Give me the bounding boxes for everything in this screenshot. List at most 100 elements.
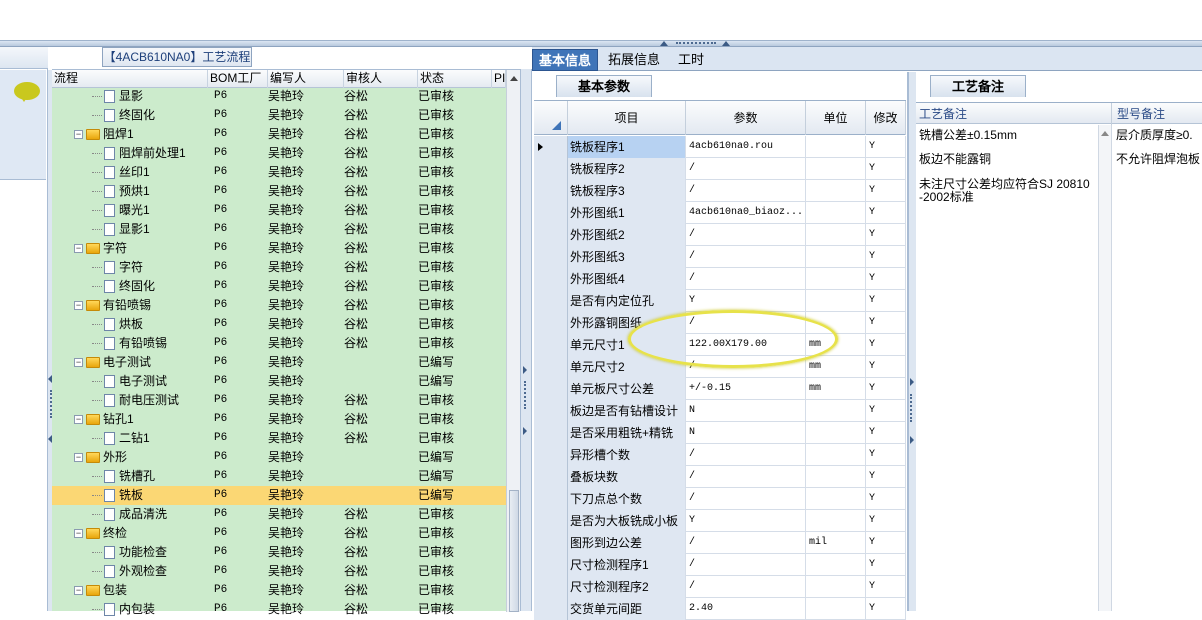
param-modify-cell[interactable]: Y: [866, 466, 906, 488]
tree-row[interactable]: 内包装 P6 吴艳玲 谷松 已审核: [52, 600, 506, 619]
param-modify-cell[interactable]: Y: [866, 158, 906, 180]
params-row[interactable]: 下刀点总个数 / Y: [534, 488, 906, 510]
row-indicator[interactable]: [534, 158, 568, 180]
tree-row[interactable]: − 包装 P6 吴艳玲 谷松 已审核: [52, 581, 506, 600]
param-unit-cell[interactable]: [806, 598, 866, 620]
params-row[interactable]: 铣板程序2/ Y: [534, 158, 906, 180]
param-unit-cell[interactable]: [806, 136, 866, 158]
param-value-cell[interactable]: 4acb610na0.rou: [686, 136, 806, 158]
tree-cell-flow[interactable]: 烘板: [52, 315, 208, 334]
params-row[interactable]: 异形槽个数 / Y: [534, 444, 906, 466]
params-row[interactable]: 交货单元间距 2.40 Y: [534, 598, 906, 620]
chat-bubble-icon[interactable]: [14, 82, 40, 102]
param-modify-cell[interactable]: Y: [866, 224, 906, 246]
tree-row[interactable]: − 有铅喷锡 P6 吴艳玲 谷松 已审核: [52, 296, 506, 315]
tree-scrollbar[interactable]: [506, 70, 520, 612]
col-header-param[interactable]: 参数: [686, 101, 806, 135]
params-row[interactable]: 板边是否有钻槽设计 N Y: [534, 400, 906, 422]
tree-row[interactable]: 二钻1 P6 吴艳玲 谷松 已审核: [52, 429, 506, 448]
tree-row[interactable]: − 终检 P6 吴艳玲 谷松 已审核: [52, 524, 506, 543]
param-modify-cell[interactable]: Y: [866, 246, 906, 268]
col-header-pi[interactable]: PI: [492, 70, 506, 88]
tree-cell-flow[interactable]: 二钻1: [52, 429, 208, 448]
row-indicator[interactable]: [534, 378, 568, 400]
params-row[interactable]: 是否采用粗铣+精铣 N Y: [534, 422, 906, 444]
param-value-cell[interactable]: Y: [686, 510, 806, 532]
collapse-icon[interactable]: −: [74, 586, 83, 596]
param-unit-cell[interactable]: [806, 554, 866, 576]
col-header-bom[interactable]: BOM工厂: [208, 70, 268, 88]
param-modify-cell[interactable]: Y: [866, 180, 906, 202]
tree-cell-flow[interactable]: 成品清洗: [52, 505, 208, 524]
row-indicator[interactable]: [534, 246, 568, 268]
tree-cell-flow[interactable]: 功能检查: [52, 543, 208, 562]
splitter-grip[interactable]: [910, 394, 912, 422]
row-indicator[interactable]: [534, 180, 568, 202]
tab-work-hours[interactable]: 工时: [672, 49, 710, 71]
param-modify-cell[interactable]: Y: [866, 202, 906, 224]
param-value-cell[interactable]: /: [686, 246, 806, 268]
tree-cell-flow[interactable]: − 钻孔1: [52, 410, 208, 429]
param-modify-cell[interactable]: Y: [866, 510, 906, 532]
tree-row[interactable]: 终固化 P6 吴艳玲 谷松 已审核: [52, 277, 506, 296]
row-indicator[interactable]: [534, 334, 568, 356]
tree-cell-flow[interactable]: − 外形: [52, 448, 208, 467]
tree-cell-flow[interactable]: 终固化: [52, 277, 208, 296]
tree-cell-flow[interactable]: − 阻焊1: [52, 125, 208, 144]
param-modify-cell[interactable]: Y: [866, 356, 906, 378]
col-header-flow[interactable]: 流程: [52, 70, 208, 88]
param-value-cell[interactable]: /: [686, 268, 806, 290]
param-unit-cell[interactable]: mil: [806, 532, 866, 554]
tree-row[interactable]: 有铅喷锡 P6 吴艳玲 谷松 已审核: [52, 334, 506, 353]
tree-row[interactable]: 外观检查 P6 吴艳玲 谷松 已审核: [52, 562, 506, 581]
col-header-process-note[interactable]: 工艺备注: [916, 103, 1112, 125]
param-modify-cell[interactable]: Y: [866, 422, 906, 444]
tree-cell-flow[interactable]: 终固化: [52, 106, 208, 125]
tree-row[interactable]: 功能检查 P6 吴艳玲 谷松 已审核: [52, 543, 506, 562]
param-unit-cell[interactable]: [806, 400, 866, 422]
param-modify-cell[interactable]: Y: [866, 598, 906, 620]
params-row[interactable]: 叠板块数 / Y: [534, 466, 906, 488]
param-value-cell[interactable]: +/-0.15: [686, 378, 806, 400]
tree-row[interactable]: 耐电压测试 P6 吴艳玲 谷松 已审核: [52, 391, 506, 410]
param-unit-cell[interactable]: [806, 180, 866, 202]
param-value-cell[interactable]: Y: [686, 290, 806, 312]
row-indicator[interactable]: [534, 576, 568, 598]
param-unit-cell[interactable]: [806, 576, 866, 598]
params-row[interactable]: 外形图纸2/ Y: [534, 224, 906, 246]
collapse-icon[interactable]: −: [74, 453, 83, 463]
row-indicator[interactable]: [534, 466, 568, 488]
tree-row[interactable]: 字符 P6 吴艳玲 谷松 已审核: [52, 258, 506, 277]
row-indicator[interactable]: [534, 598, 568, 620]
tree-row[interactable]: 显影 P6 吴艳玲 谷松 已审核: [52, 87, 506, 106]
params-row[interactable]: 图形到边公差 / mil Y: [534, 532, 906, 554]
param-unit-cell[interactable]: [806, 246, 866, 268]
tree-cell-flow[interactable]: 曝光1: [52, 201, 208, 220]
param-modify-cell[interactable]: Y: [866, 136, 906, 158]
collapse-right-icon[interactable]: [523, 427, 527, 435]
tree-row[interactable]: 铣槽孔 P6 吴艳玲 已编写: [52, 467, 506, 486]
tree-row[interactable]: 电子测试 P6 吴艳玲 已编写: [52, 372, 506, 391]
tree-cell-flow[interactable]: − 包装: [52, 581, 208, 600]
params-row[interactable]: 铣板程序3/ Y: [534, 180, 906, 202]
param-value-cell[interactable]: /: [686, 224, 806, 246]
row-indicator[interactable]: [534, 356, 568, 378]
param-value-cell[interactable]: 4acb610na0_biaoz...: [686, 202, 806, 224]
param-value-cell[interactable]: N: [686, 422, 806, 444]
params-row[interactable]: 单元板尺寸公差 +/-0.15 mm Y: [534, 378, 906, 400]
tree-cell-flow[interactable]: 丝印1: [52, 163, 208, 182]
tree-row[interactable]: 显影1 P6 吴艳玲 谷松 已审核: [52, 220, 506, 239]
param-unit-cell[interactable]: [806, 268, 866, 290]
param-value-cell[interactable]: /: [686, 444, 806, 466]
tree-cell-flow[interactable]: − 字符: [52, 239, 208, 258]
param-modify-cell[interactable]: Y: [866, 576, 906, 598]
collapse-right-icon[interactable]: [910, 378, 914, 386]
param-value-cell[interactable]: /: [686, 158, 806, 180]
tree-row[interactable]: 烘板 P6 吴艳玲 谷松 已审核: [52, 315, 506, 334]
param-unit-cell[interactable]: mm: [806, 378, 866, 400]
tree-row[interactable]: − 外形 P6 吴艳玲 已编写: [52, 448, 506, 467]
col-header-writer[interactable]: 编写人: [268, 70, 344, 88]
param-modify-cell[interactable]: Y: [866, 334, 906, 356]
col-header-reviewer[interactable]: 审核人: [344, 70, 418, 88]
param-value-cell[interactable]: /: [686, 576, 806, 598]
